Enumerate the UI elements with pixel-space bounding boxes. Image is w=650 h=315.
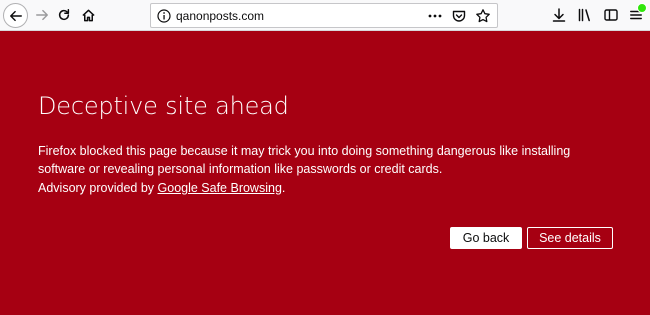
address-bar[interactable]: qanonposts.com [150,3,498,28]
reload-button[interactable] [52,3,76,27]
url-actions [427,8,491,24]
back-button[interactable] [3,3,28,28]
safe-browsing-link[interactable]: Google Safe Browsing [158,181,282,195]
pocket-icon[interactable] [451,8,467,24]
library-icon[interactable] [574,3,596,27]
browser-toolbar: qanonposts.com [0,0,650,31]
info-icon[interactable] [156,8,172,24]
menu-button[interactable] [625,3,647,27]
reload-icon [58,9,70,21]
page-title: Deceptive site ahead [38,92,289,120]
go-back-button[interactable]: Go back [450,227,522,249]
more-dots-icon[interactable] [427,8,443,24]
toolbar-right [548,3,622,27]
url-text[interactable]: qanonposts.com [176,9,264,23]
home-icon [81,9,95,21]
forward-button[interactable] [30,3,54,27]
advisory-prefix: Advisory provided by [38,181,158,195]
star-icon[interactable] [475,8,491,24]
arrow-left-icon [9,10,22,21]
warning-page: Deceptive site ahead Firefox blocked thi… [0,31,650,315]
download-icon[interactable] [548,3,570,27]
arrow-right-icon [36,9,48,21]
sidebar-icon[interactable] [600,3,622,27]
see-details-button[interactable]: See details [527,227,613,249]
advisory-text: Advisory provided by Google Safe Browsin… [38,181,285,195]
home-button[interactable] [76,3,100,27]
warning-description: Firefox blocked this page because it may… [38,144,571,176]
advisory-suffix: . [281,181,286,195]
update-badge-icon [637,3,647,13]
